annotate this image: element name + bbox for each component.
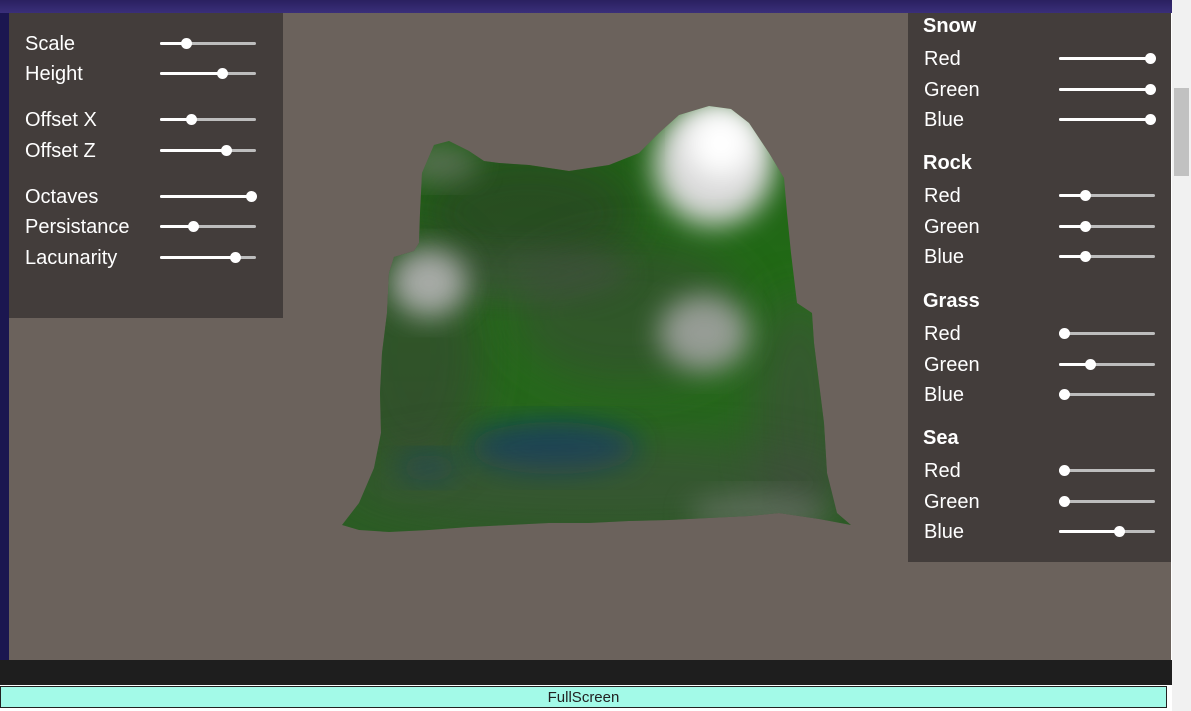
rock-green-row: Green — [924, 214, 1159, 240]
lacunarity-slider-fill — [160, 256, 235, 259]
terrain-settings-panel — [9, 13, 283, 318]
grass-blue-slider-track — [1059, 393, 1155, 396]
grass-green-slider[interactable] — [1059, 359, 1155, 370]
persistance-slider-thumb[interactable] — [187, 221, 199, 232]
sea-blue-row: Blue — [924, 519, 1159, 545]
scale-slider-thumb[interactable] — [180, 38, 192, 49]
group-title-grass: Grass — [923, 290, 980, 312]
octaves-slider-fill — [160, 195, 252, 198]
snow-blue-slider[interactable] — [1059, 114, 1157, 125]
snow-blue-row: Blue — [924, 107, 1159, 133]
group-title-sea: Sea — [923, 427, 959, 449]
rock-green-slider-thumb[interactable] — [1079, 221, 1091, 232]
sea-blue-slider-thumb[interactable] — [1113, 526, 1125, 537]
offset-x-label: Offset X — [25, 109, 97, 131]
snow-red-slider[interactable] — [1059, 53, 1157, 64]
offset-z-slider[interactable] — [160, 145, 256, 156]
snow-red-slider-thumb[interactable] — [1145, 53, 1157, 64]
snow-red-label: Red — [924, 48, 961, 70]
scale-row: Scale — [25, 31, 260, 57]
height-row: Height — [25, 61, 260, 87]
sea-green-row: Green — [924, 489, 1159, 515]
window-edge-strip — [0, 0, 9, 665]
sea-blue-slider[interactable] — [1059, 526, 1155, 537]
snow-blue-label: Blue — [924, 109, 965, 131]
lacunarity-label: Lacunarity — [25, 247, 118, 269]
persistance-label: Persistance — [25, 216, 130, 238]
snow-green-row: Green — [924, 77, 1159, 103]
group-title-rock: Rock — [923, 152, 972, 174]
height-slider-thumb[interactable] — [217, 68, 229, 79]
sea-green-slider[interactable] — [1058, 496, 1155, 507]
sea-red-slider-thumb[interactable] — [1058, 465, 1070, 476]
window-top-strip — [0, 0, 1172, 13]
snow-green-label: Green — [924, 79, 980, 101]
rock-red-row: Red — [924, 183, 1159, 209]
lacunarity-row: Lacunarity — [25, 245, 260, 271]
octaves-slider-thumb[interactable] — [246, 191, 258, 202]
rock-blue-label: Blue — [924, 246, 965, 268]
grass-red-slider[interactable] — [1058, 328, 1155, 339]
offset-z-slider-thumb[interactable] — [221, 145, 233, 156]
grass-blue-slider-thumb[interactable] — [1058, 389, 1070, 400]
octaves-slider[interactable] — [160, 191, 258, 202]
snow-green-slider[interactable] — [1059, 84, 1157, 95]
octaves-row: Octaves — [25, 184, 260, 210]
scrollbar-thumb[interactable] — [1174, 88, 1189, 176]
persistance-slider[interactable] — [160, 221, 256, 232]
grass-green-slider-thumb[interactable] — [1084, 359, 1096, 370]
rock-green-label: Green — [924, 216, 980, 238]
group-title-snow: Snow — [923, 15, 977, 37]
grass-red-row: Red — [924, 321, 1159, 347]
rock-blue-slider-thumb[interactable] — [1079, 251, 1091, 262]
offset-z-slider-fill — [160, 149, 227, 152]
offset-x-row: Offset X — [25, 107, 260, 133]
rock-blue-row: Blue — [924, 244, 1159, 270]
offset-x-slider-thumb[interactable] — [185, 114, 197, 125]
sea-red-row: Red — [924, 458, 1159, 484]
grass-green-row: Green — [924, 352, 1159, 378]
grass-blue-row: Blue — [924, 382, 1159, 408]
grass-blue-slider[interactable] — [1058, 389, 1155, 400]
persistance-row: Persistance — [25, 214, 260, 240]
offset-z-label: Offset Z — [25, 140, 96, 162]
sea-red-label: Red — [924, 460, 961, 482]
offset-x-slider[interactable] — [160, 114, 256, 125]
offset-z-row: Offset Z — [25, 138, 260, 164]
lacunarity-slider[interactable] — [160, 252, 256, 263]
height-label: Height — [25, 63, 83, 85]
rock-blue-slider[interactable] — [1059, 251, 1155, 262]
snow-blue-slider-thumb[interactable] — [1145, 114, 1157, 125]
octaves-label: Octaves — [25, 186, 99, 208]
lacunarity-slider-thumb[interactable] — [229, 252, 241, 263]
sea-green-slider-track — [1059, 500, 1155, 503]
sea-green-slider-thumb[interactable] — [1058, 496, 1070, 507]
rock-red-slider-thumb[interactable] — [1079, 190, 1091, 201]
scale-slider[interactable] — [160, 38, 256, 49]
grass-red-slider-thumb[interactable] — [1058, 328, 1070, 339]
grass-red-label: Red — [924, 323, 961, 345]
snow-red-row: Red — [924, 46, 1159, 72]
height-slider-fill — [160, 72, 223, 75]
snow-green-slider-thumb[interactable] — [1145, 84, 1157, 95]
snow-green-slider-fill — [1059, 88, 1151, 91]
sea-red-slider[interactable] — [1058, 465, 1155, 476]
snow-red-slider-fill — [1059, 57, 1151, 60]
rock-green-slider[interactable] — [1059, 221, 1155, 232]
rock-red-label: Red — [924, 185, 961, 207]
grass-red-slider-track — [1059, 332, 1155, 335]
height-slider[interactable] — [160, 68, 256, 79]
sea-blue-label: Blue — [924, 521, 965, 543]
sea-red-slider-track — [1059, 469, 1155, 472]
fullscreen-button[interactable]: FullScreen — [0, 686, 1167, 708]
grass-blue-label: Blue — [924, 384, 965, 406]
snow-blue-slider-fill — [1059, 118, 1151, 121]
grass-green-label: Green — [924, 354, 980, 376]
sea-green-label: Green — [924, 491, 980, 513]
scale-label: Scale — [25, 33, 76, 55]
bottom-dark-bar — [0, 660, 1172, 685]
rock-red-slider[interactable] — [1059, 190, 1155, 201]
sea-blue-slider-fill — [1059, 530, 1119, 533]
